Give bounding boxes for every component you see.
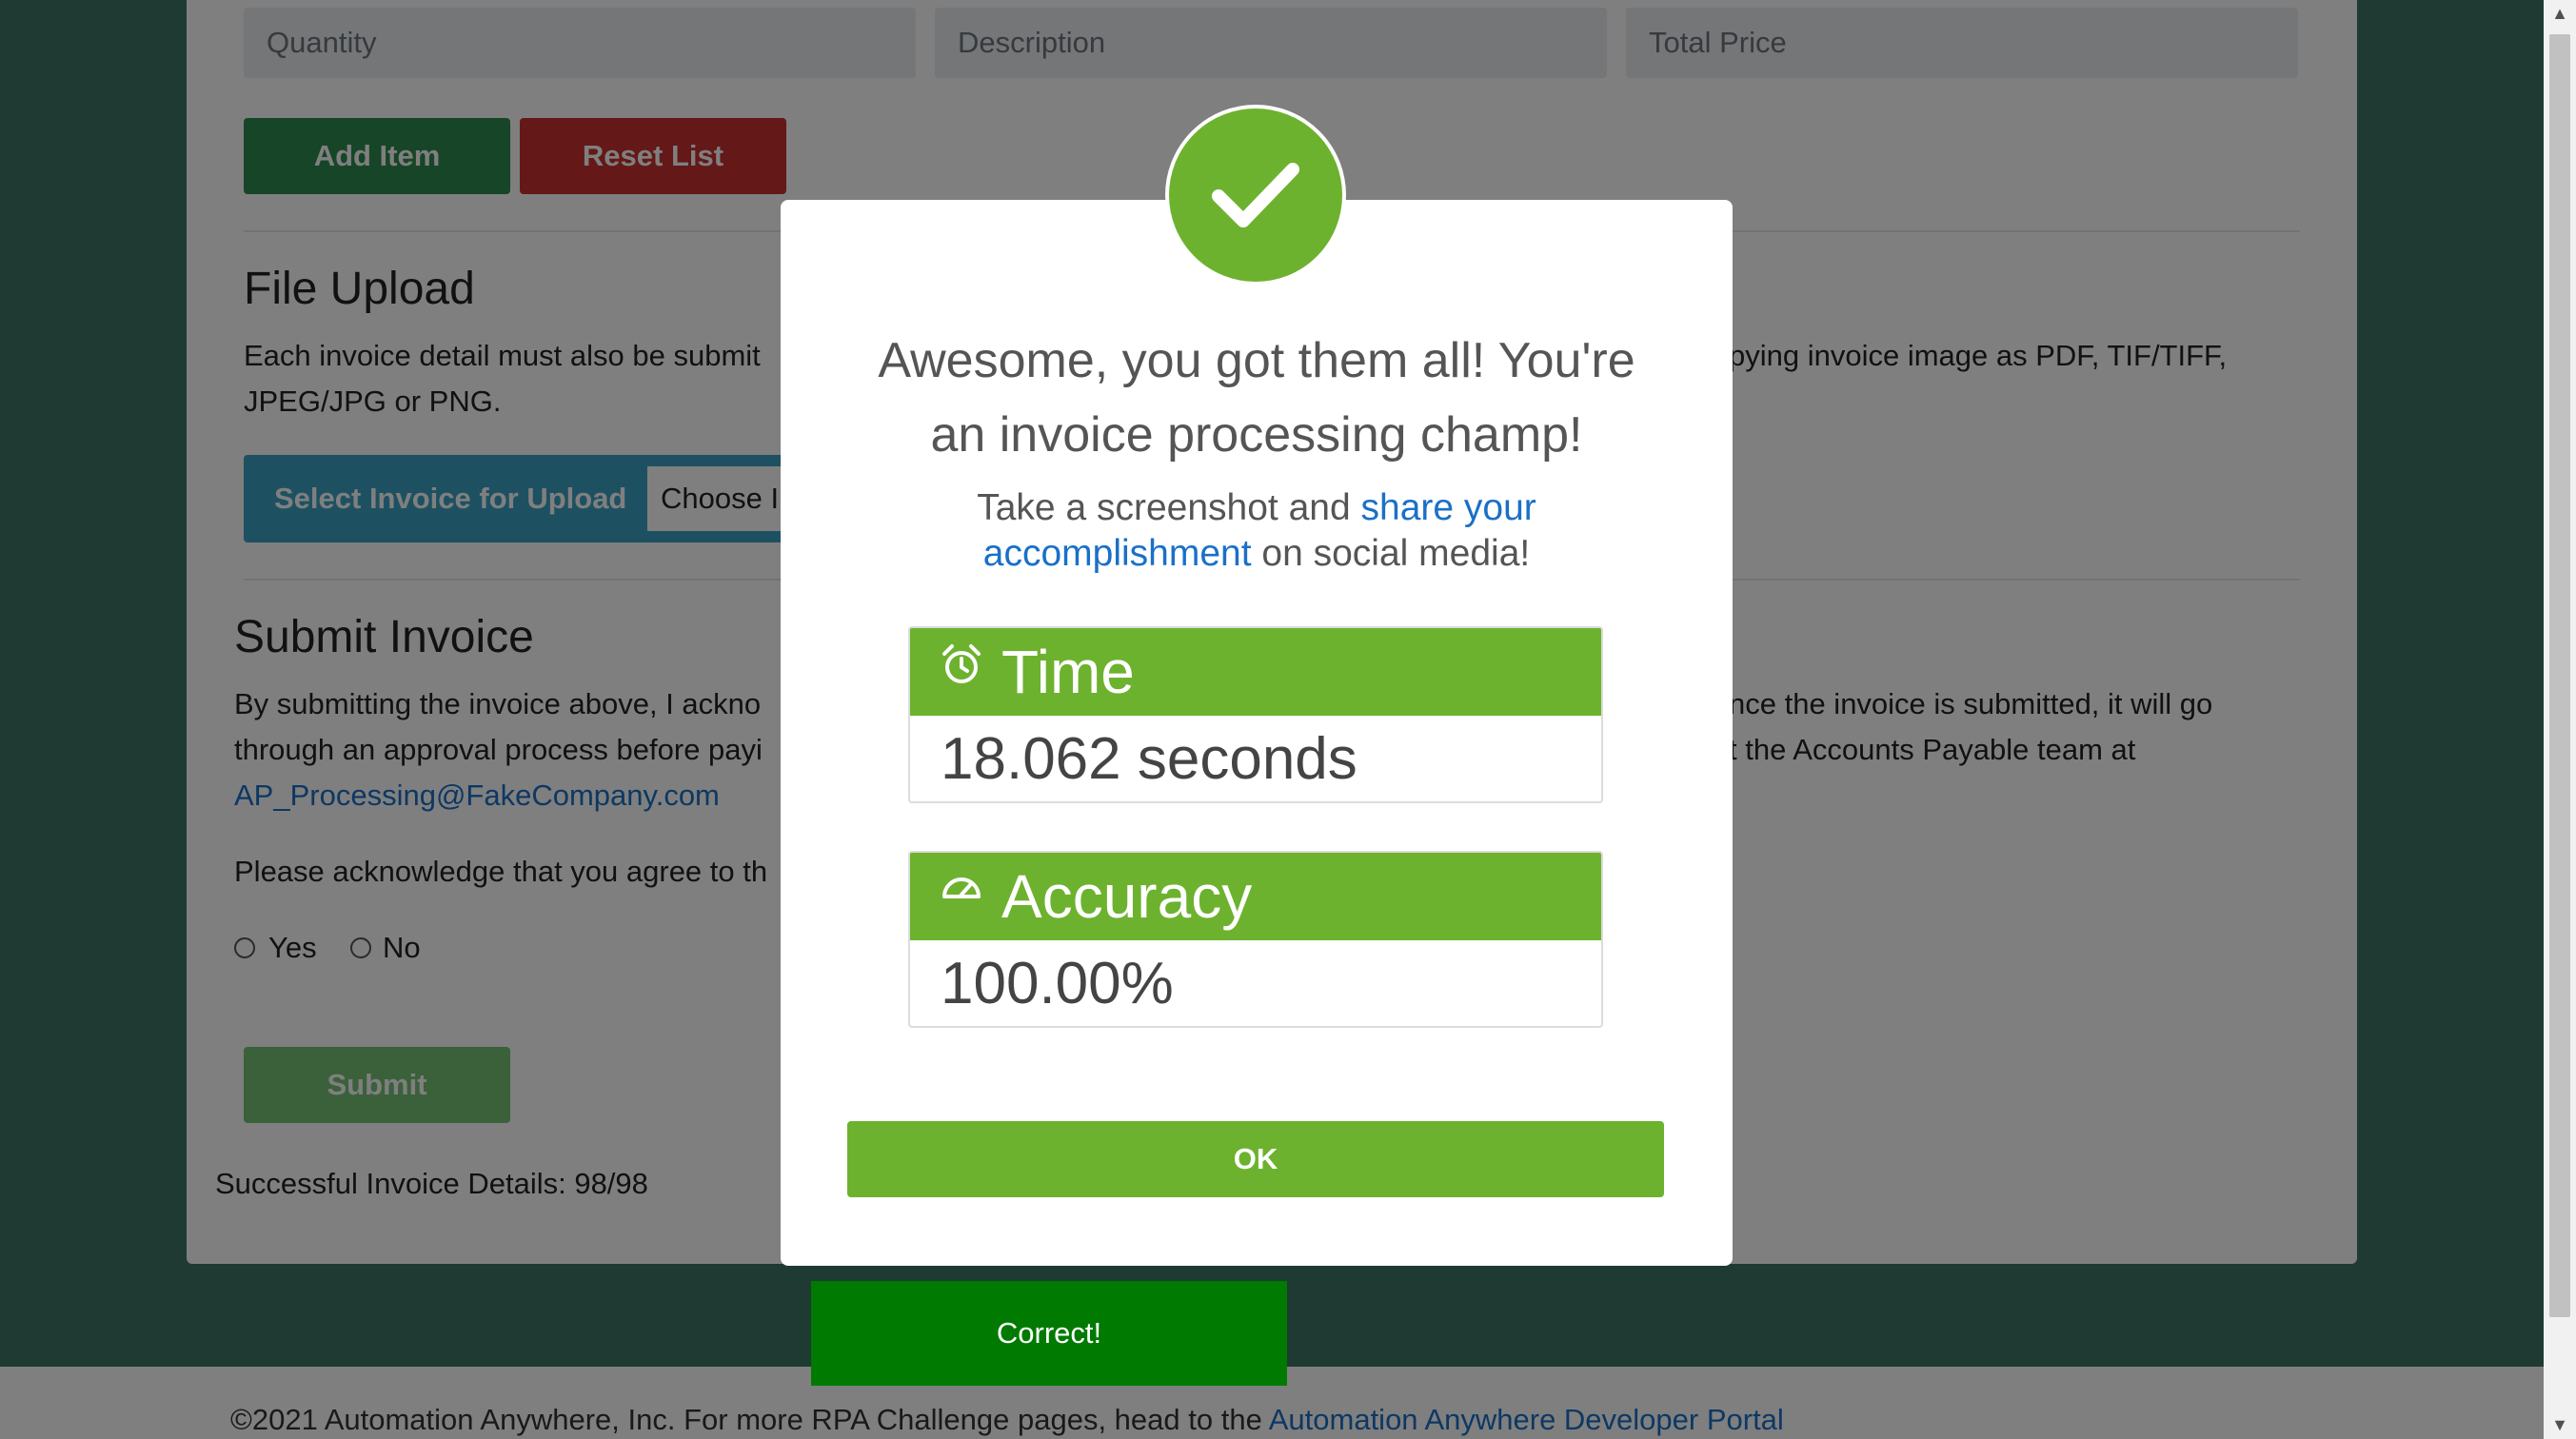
gauge-icon xyxy=(942,877,981,898)
accuracy-panel: Accuracy 100.00% xyxy=(908,851,1603,1028)
modal-subtitle-suffix: on social media! xyxy=(1251,533,1531,574)
success-modal: Awesome, you got them all! You're an inv… xyxy=(781,200,1733,1266)
time-label: Time xyxy=(1001,638,1135,706)
time-header: Time xyxy=(910,628,1601,716)
scrollbar[interactable]: ▲ ▼ xyxy=(2544,0,2576,1439)
scroll-down-arrow-icon[interactable]: ▼ xyxy=(2544,1415,2576,1435)
accuracy-label: Accuracy xyxy=(1001,862,1253,931)
modal-title-line2: an invoice processing champ! xyxy=(930,407,1583,463)
alarm-clock-icon xyxy=(942,644,981,683)
share-link-line1[interactable]: share your xyxy=(1361,487,1536,528)
scrollbar-thumb[interactable] xyxy=(2549,34,2570,1317)
success-badge xyxy=(1165,105,1346,286)
accuracy-header: Accuracy xyxy=(910,853,1601,940)
scroll-up-arrow-icon[interactable]: ▲ xyxy=(2544,4,2576,24)
modal-title: Awesome, you got them all! You're an inv… xyxy=(781,324,1733,472)
time-panel: Time 18.062 seconds xyxy=(908,626,1603,803)
ok-button[interactable]: OK xyxy=(847,1121,1664,1197)
checkmark-icon xyxy=(1212,163,1299,227)
time-value: 18.062 seconds xyxy=(941,726,1357,792)
correct-toast: Correct! xyxy=(811,1281,1287,1386)
share-link-line2[interactable]: accomplishment xyxy=(983,533,1252,574)
modal-subtitle-prefix: Take a screenshot and xyxy=(977,487,1361,528)
modal-title-line1: Awesome, you got them all! You're xyxy=(878,333,1635,388)
modal-subtitle: Take a screenshot and share your accompl… xyxy=(781,485,1733,577)
accuracy-value: 100.00% xyxy=(941,951,1174,1016)
